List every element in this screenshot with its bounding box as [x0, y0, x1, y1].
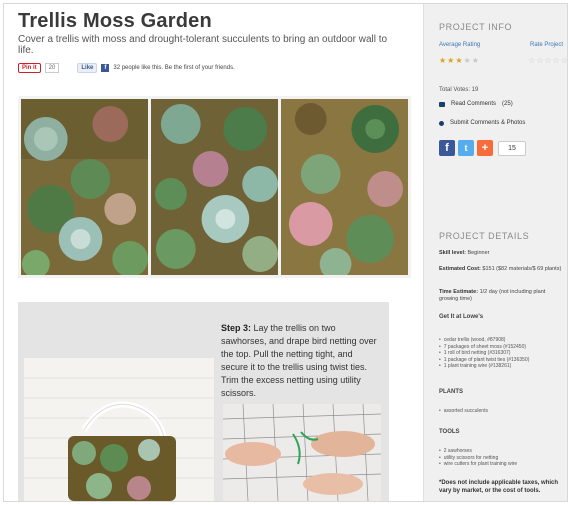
succulent-photo: [151, 99, 278, 275]
skill-level-value: Beginner: [467, 250, 490, 256]
netting-photo: [223, 404, 381, 501]
tools-heading: TOOLS: [439, 429, 460, 435]
submit-comments-link[interactable]: Submit Comments & Photos: [439, 120, 525, 126]
star-icon: ★★★: [439, 56, 464, 65]
share-buttons: f t + 15: [439, 140, 526, 156]
rate-project-link[interactable]: Rate Project: [530, 42, 563, 48]
cost-footnote: *Does not include applicable taxes, whic…: [439, 480, 559, 494]
get-it-heading: Get It at Lowe's: [439, 314, 484, 320]
read-comments-label: Read Comments: [451, 101, 497, 107]
estimated-cost-label: Estimated Cost:: [439, 266, 481, 272]
plants-heading: PLANTS: [439, 389, 463, 395]
photo-gallery: [18, 96, 411, 278]
rating-stars: ★★★★★ ☆☆☆☆☆: [439, 56, 567, 65]
time-estimate: Time Estimate: 1/2 day (not including pl…: [439, 289, 565, 303]
skill-level: Skill level: Beginner: [439, 250, 565, 257]
step-description: Lay the trellis on two sawhorses, and dr…: [221, 323, 377, 398]
main-content: Trellis Moss Garden Cover a trellis with…: [4, 4, 421, 501]
page-title: Trellis Moss Garden: [18, 10, 212, 32]
time-estimate-label: Time Estimate:: [439, 289, 479, 295]
chat-icon: [439, 101, 445, 107]
page-subtitle: Cover a trellis with moss and drought-to…: [18, 34, 388, 56]
step-photo-trellis: [24, 358, 214, 501]
average-rating-label: Average Rating: [439, 42, 481, 48]
project-sidebar: PROJECT INFO Average Rating Rate Project…: [423, 4, 567, 501]
tools-list: 2 sawhorsesutility scissors for nettingw…: [439, 448, 565, 468]
star-icon: ★★: [463, 56, 480, 65]
bullet-icon: [439, 120, 444, 126]
trellis-photo: [24, 358, 214, 501]
step-photo-netting: [223, 404, 381, 501]
twitter-icon[interactable]: t: [458, 140, 474, 156]
facebook-icon: f: [101, 64, 110, 72]
facebook-like-button[interactable]: Like: [77, 63, 98, 73]
submit-comments-label: Submit Comments & Photos: [450, 120, 526, 126]
list-item: assorted succulents: [439, 408, 565, 415]
estimated-cost: Estimated Cost: $151 ($82 materials/$ 69…: [439, 266, 565, 273]
pin-it-button[interactable]: Pin it: [18, 63, 41, 73]
materials-list: cedar trellis (wood, #87908)7 packages o…: [439, 337, 565, 370]
gallery-photo-3[interactable]: [281, 99, 408, 275]
read-comments-link[interactable]: Read Comments (25): [439, 101, 513, 107]
rating-labels: Average Rating Rate Project: [439, 42, 563, 48]
succulent-photo: [21, 99, 148, 275]
gallery-photo-2[interactable]: [151, 99, 278, 275]
pin-count: 20: [44, 63, 60, 73]
list-item: 1 plant training wire (#138261): [439, 363, 565, 370]
skill-level-label: Skill level:: [439, 250, 466, 256]
list-item: wire cutters for plant training wire: [439, 461, 565, 468]
gallery-photo-1[interactable]: [21, 99, 148, 275]
page-frame: Trellis Moss Garden Cover a trellis with…: [3, 3, 568, 502]
total-votes: Total Votes: 19: [439, 87, 479, 93]
project-info-heading: PROJECT INFO: [439, 22, 513, 32]
succulent-photo: [281, 99, 408, 275]
share-count: 15: [498, 140, 526, 156]
average-rating-stars: ★★★★★: [439, 56, 480, 65]
plants-list: assorted succulents: [439, 408, 565, 415]
project-details-heading: PROJECT DETAILS: [439, 231, 530, 241]
plus-icon[interactable]: +: [477, 140, 493, 156]
step-heading: Step 3:: [221, 323, 252, 333]
estimated-cost-value: $151 ($82 materials/$ 69 plants): [482, 266, 562, 272]
step-text: Step 3: Lay the trellis on two sawhorses…: [221, 322, 381, 400]
facebook-icon[interactable]: f: [439, 140, 455, 156]
step-panel: Step 3: Lay the trellis on two sawhorses…: [18, 302, 389, 501]
comments-count: (25): [502, 101, 513, 107]
like-text: 32 people like this. Be the first of you…: [113, 65, 235, 71]
social-share-row: Pin it 20 Like f 32 people like this. Be…: [18, 62, 235, 74]
rate-stars-input[interactable]: ☆☆☆☆☆: [528, 56, 567, 65]
